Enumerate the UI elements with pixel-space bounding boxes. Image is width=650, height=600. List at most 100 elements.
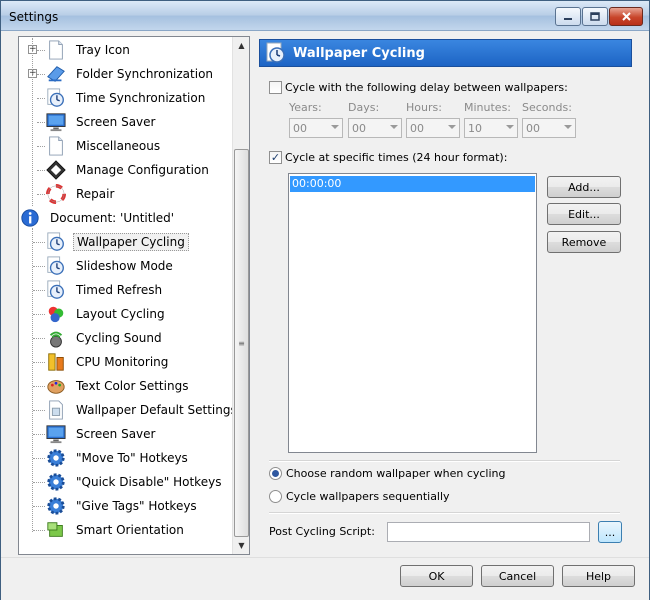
seconds-select[interactable]: 00 [522, 118, 576, 138]
monitor-icon [45, 423, 67, 445]
monitor-icon [45, 111, 67, 133]
sound-icon [45, 327, 67, 349]
cpu-icon [45, 351, 67, 373]
tree-item-label: Wallpaper Cycling [73, 233, 189, 251]
random-radio-circle[interactable] [269, 467, 282, 480]
tree-item-label: Folder Synchronization [76, 67, 214, 81]
tree-item[interactable]: Folder Synchronization [45, 62, 216, 86]
divider [269, 512, 620, 514]
tree-item[interactable]: Text Color Settings [45, 374, 191, 398]
tree-item-label: "Quick Disable" Hotkeys [76, 475, 222, 489]
random-radio[interactable]: Choose random wallpaper when cycling [269, 467, 505, 480]
minutes-label: Minutes: [464, 101, 512, 114]
tree-item-label: Screen Saver [76, 427, 156, 441]
tree-item[interactable]: Wallpaper Cycling [45, 230, 189, 254]
minimize-icon [564, 17, 572, 20]
tree-item[interactable]: Wallpaper Default Settings [45, 398, 232, 422]
panel-title: Wallpaper Cycling [293, 45, 425, 61]
sequential-radio-label: Cycle wallpapers sequentially [286, 490, 450, 503]
maximize-button[interactable] [582, 7, 608, 26]
clock-icon [45, 87, 67, 109]
tree-item-label: Miscellaneous [76, 139, 161, 153]
tree-connector [37, 122, 45, 123]
random-radio-label: Choose random wallpaper when cycling [286, 467, 506, 480]
remove-button[interactable]: Remove [547, 231, 621, 253]
tree-item[interactable]: CPU Monitoring [45, 350, 171, 374]
times-checkbox[interactable]: ✓ Cycle at specific times (24 hour forma… [269, 151, 507, 164]
tree-connector [33, 386, 45, 387]
tree-item[interactable]: Manage Configuration [45, 158, 212, 182]
scroll-up-arrow[interactable]: ▲ [233, 37, 250, 54]
tree-item[interactable]: "Give Tags" Hotkeys [45, 494, 200, 518]
minimize-button[interactable] [555, 7, 581, 26]
tree-item[interactable]: Time Synchronization [45, 86, 208, 110]
palette-icon [45, 375, 67, 397]
tree-item[interactable]: Slideshow Mode [45, 254, 176, 278]
tree-item-label: Screen Saver [76, 115, 156, 129]
script-input[interactable] [387, 522, 590, 542]
tree-item-label: Manage Configuration [76, 163, 209, 177]
tree-item[interactable]: Screen Saver [45, 422, 158, 446]
settings-tree[interactable]: Tray Icon + Folder Synchronization + Time Sy… [18, 36, 250, 555]
tree-connector [37, 170, 45, 171]
divider [269, 460, 620, 462]
tree-item[interactable]: Screen Saver [45, 110, 158, 134]
tree-item-label: Wallpaper Default Settings [76, 403, 232, 417]
tree-connector [33, 530, 45, 531]
hours-value: 00 [410, 121, 424, 135]
close-button[interactable] [609, 7, 643, 26]
hours-label: Hours: [406, 101, 442, 114]
tree-item[interactable]: Layout Cycling [45, 302, 168, 326]
years-select[interactable]: 00 [289, 118, 343, 138]
delay-checkbox-label: Cycle with the following delay between w… [285, 81, 568, 94]
edit-button[interactable]: Edit... [547, 203, 621, 225]
window-title: Settings [9, 10, 59, 24]
tree-item[interactable]: Miscellaneous [45, 134, 163, 158]
tree-item-label: Smart Orientation [76, 523, 184, 537]
tree-item[interactable]: Cycling Sound [45, 326, 165, 350]
tree-item[interactable]: "Quick Disable" Hotkeys [45, 470, 224, 494]
title-bar[interactable]: Settings [1, 1, 649, 31]
tree-item[interactable]: Document: 'Untitled' [19, 206, 177, 230]
tree-connector [33, 242, 45, 243]
help-button[interactable]: Help [562, 565, 635, 587]
tray-icon-doc-icon [45, 39, 67, 61]
script-label: Post Cycling Script: [269, 525, 375, 538]
tree-item-label: Slideshow Mode [76, 259, 173, 273]
lifebuoy-icon [45, 183, 67, 205]
clock-icon [45, 231, 67, 253]
sequential-radio[interactable]: Cycle wallpapers sequentially [269, 490, 450, 503]
hours-select[interactable]: 00 [406, 118, 460, 138]
list-item[interactable]: 00:00:00 [290, 176, 535, 192]
times-checkbox-box[interactable]: ✓ [269, 151, 282, 164]
scroll-down-arrow[interactable]: ▼ [233, 537, 250, 554]
tree-item[interactable]: "Move To" Hotkeys [45, 446, 191, 470]
wallpaper-doc-icon [45, 399, 67, 421]
layout-icon [45, 303, 67, 325]
info-icon [19, 207, 41, 229]
scroll-thumb[interactable]: ≡ [234, 149, 249, 537]
cancel-button[interactable]: Cancel [481, 565, 554, 587]
tree-item[interactable]: Smart Orientation [45, 518, 187, 542]
days-select[interactable]: 00 [348, 118, 402, 138]
tree-scrollbar[interactable]: ▲ ≡ ▼ [232, 37, 249, 554]
gear-icon [45, 447, 67, 469]
tree-connector [33, 290, 45, 291]
browse-button[interactable]: ... [598, 521, 622, 543]
tree-connector [33, 314, 45, 315]
delay-checkbox-box[interactable] [269, 81, 282, 94]
seconds-value: 00 [526, 121, 540, 135]
tree-item-label: Time Synchronization [76, 91, 206, 105]
times-list[interactable]: 00:00:00 [288, 173, 537, 453]
tree-item[interactable]: Repair [45, 182, 117, 206]
tree-item[interactable]: Timed Refresh [45, 278, 165, 302]
add-button[interactable]: Add... [547, 176, 621, 198]
settings-window: Settings Tray Icon + Folder Synchronizatio… [0, 0, 650, 600]
tree-connector [33, 434, 45, 435]
ok-button[interactable]: OK [400, 565, 473, 587]
sequential-radio-circle[interactable] [269, 490, 282, 503]
tree-connector [33, 362, 45, 363]
delay-checkbox[interactable]: Cycle with the following delay between w… [269, 81, 568, 94]
minutes-select[interactable]: 10 [464, 118, 518, 138]
tree-item[interactable]: Tray Icon [45, 38, 133, 62]
